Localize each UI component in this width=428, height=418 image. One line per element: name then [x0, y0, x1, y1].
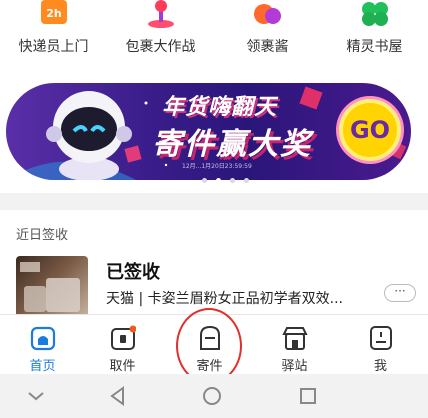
tab-send[interactable]: 寄件	[167, 315, 252, 375]
station-icon	[281, 325, 308, 351]
courier-badge-text: 2h	[46, 7, 62, 20]
more-options-button[interactable]: ···	[384, 284, 416, 302]
profile-icon	[368, 325, 394, 351]
pagination-dot	[244, 178, 250, 183]
banner-title-line2: 寄件赢大奖	[152, 127, 312, 162]
chevron-down-icon[interactable]	[24, 384, 48, 408]
parcel-thumbnail[interactable]	[16, 256, 88, 320]
tab-label: 驿站	[281, 359, 308, 374]
product-image-icon	[20, 262, 80, 312]
section-title: 近日签收	[16, 228, 69, 243]
shortcut-sprite-bookhouse[interactable]: 精灵书屋	[321, 0, 428, 70]
tab-home[interactable]: 首页	[0, 315, 85, 375]
home-icon	[30, 325, 56, 351]
tab-label: 寄件	[196, 359, 223, 374]
shortcut-label: 快递员上门	[18, 39, 89, 55]
pagination-dot	[202, 178, 207, 183]
tab-profile[interactable]: 我	[338, 315, 423, 375]
shortcut-label: 包裹大作战	[125, 39, 196, 55]
banner-title-line1: 年货嗨翻天	[162, 95, 278, 120]
tab-label: 取件	[109, 359, 136, 374]
shortcut-label: 领裹酱	[246, 39, 289, 55]
parcel-status: 已签收	[106, 262, 160, 283]
fruit-icon	[251, 0, 285, 28]
tab-label: 我	[373, 359, 387, 374]
tab-pickup[interactable]: 取件	[80, 315, 165, 375]
pagination-dot	[230, 178, 236, 183]
banner-go-label: GO	[349, 116, 391, 144]
tab-station[interactable]: 驿站	[252, 315, 337, 375]
pagination-dot-active	[216, 178, 222, 183]
tab-label: 首页	[29, 359, 56, 374]
shortcut-parcel-battle[interactable]: 包裹大作战	[107, 0, 214, 70]
shortcut-lingguojiang[interactable]: 领裹酱	[214, 0, 321, 70]
parcel-description[interactable]: 天猫 | 卡姿兰眉粉女正品初学者双效...	[106, 288, 374, 308]
bottom-tab-bar: 首页 取件 寄件 驿站 我	[0, 314, 428, 374]
courier-2h-icon: 2h	[37, 0, 71, 28]
recent-signed-section: 近日签收 已签收 天猫 | 卡姿兰眉粉女正品初学者双效... ···	[0, 210, 428, 320]
shortcut-courier-pickup[interactable]: 2h 快递员上门	[0, 0, 107, 70]
home-circle-icon[interactable]	[200, 384, 224, 408]
robot-mascot-icon	[46, 91, 132, 180]
shortcut-grid: 2h 快递员上门 包裹大作战 领裹酱 精灵书屋	[0, 0, 428, 70]
system-nav-bar	[0, 374, 428, 418]
send-parcel-icon	[197, 325, 223, 351]
pickup-icon	[110, 325, 136, 351]
notification-dot	[129, 325, 136, 333]
recents-square-icon[interactable]	[296, 384, 320, 408]
joystick-icon	[144, 0, 178, 28]
banner-pagination	[202, 168, 253, 183]
banner-go-button[interactable]: GO	[339, 99, 401, 161]
shortcut-label: 精灵书屋	[346, 39, 403, 55]
back-triangle-icon[interactable]	[106, 384, 130, 408]
clover-icon	[358, 0, 392, 28]
services-card: 2h 快递员上门 包裹大作战 领裹酱 精灵书屋 年货嗨翻天 寄件赢大奖 12月.…	[0, 0, 428, 193]
promo-banner[interactable]: 年货嗨翻天 寄件赢大奖 12月...1月20日23:59:59 GO	[6, 83, 411, 180]
